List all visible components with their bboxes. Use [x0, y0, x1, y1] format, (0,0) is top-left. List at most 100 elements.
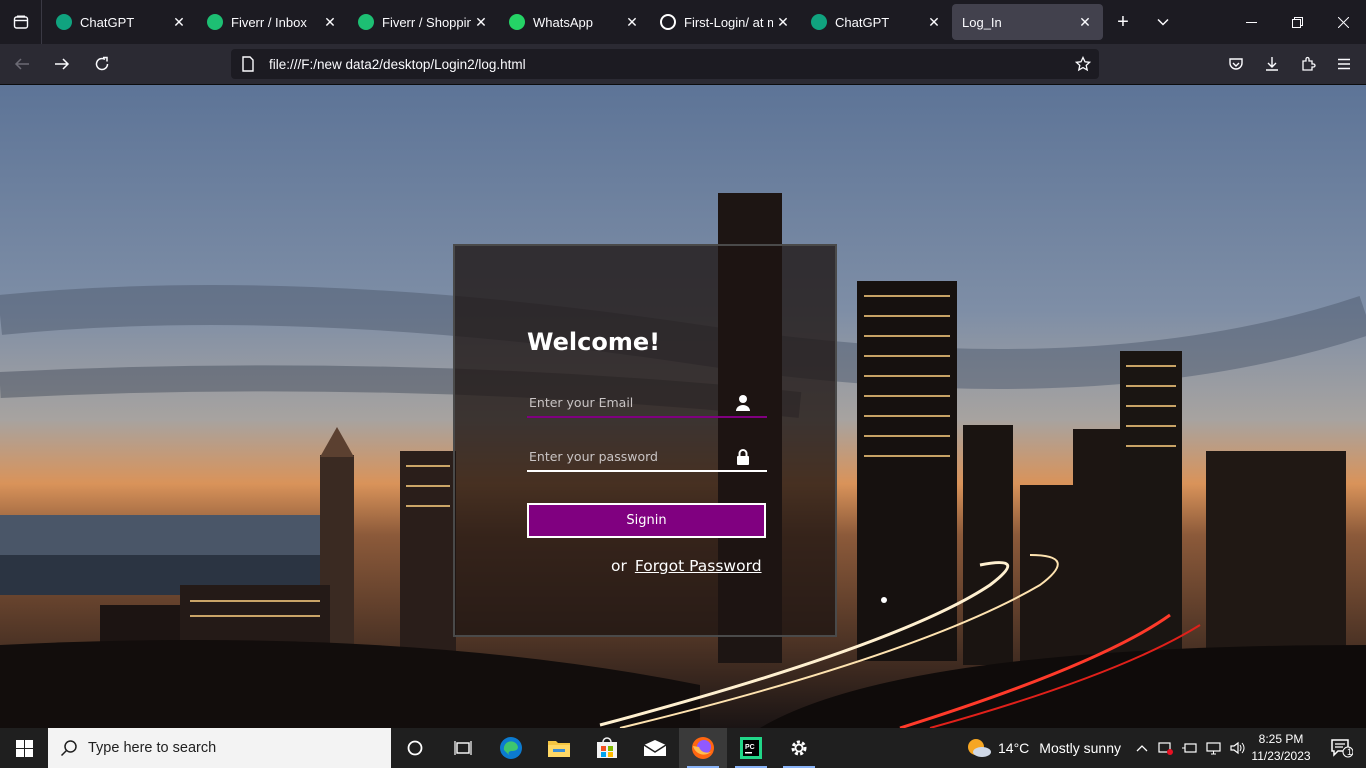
forgot-password-link[interactable]: Forgot Password: [635, 557, 762, 575]
github-icon: [660, 14, 676, 30]
browser-tab[interactable]: WhatsApp ✕: [499, 4, 650, 40]
folder-icon: [548, 741, 570, 757]
weather-description: Mostly sunny: [1039, 740, 1121, 756]
browser-tab[interactable]: First-Login/ at ma✕: [650, 4, 801, 40]
close-window-button[interactable]: [1320, 0, 1366, 44]
back-button[interactable]: [4, 48, 40, 80]
start-button[interactable]: [0, 728, 48, 768]
email-input[interactable]: [527, 388, 767, 416]
pocket-button[interactable]: [1218, 48, 1254, 80]
email-field-wrapper: [527, 388, 767, 418]
camera-alert-icon: [1158, 742, 1173, 755]
edge-icon: [500, 737, 522, 759]
downloads-button[interactable]: [1254, 48, 1290, 80]
cortana-button[interactable]: [391, 728, 439, 768]
browser-tab-bar: ChatGPT✕Fiverr / Inbox✕Fiverr / Shopping…: [0, 0, 1366, 44]
close-tab-icon[interactable]: ✕: [471, 12, 491, 32]
window-controls: [1228, 0, 1366, 44]
tab-strip: ChatGPT✕Fiverr / Inbox✕Fiverr / Shopping…: [42, 0, 1103, 44]
arrow-left-icon: [14, 58, 29, 70]
task-view-icon: [454, 741, 472, 755]
battery-tray-icon[interactable]: [1178, 728, 1202, 768]
speaker-icon: [1230, 741, 1245, 755]
cortana-circle-icon: [407, 740, 423, 756]
chatgpt-icon: [811, 14, 827, 30]
action-center-button[interactable]: 1: [1318, 728, 1366, 768]
store-icon: [597, 737, 617, 758]
task-view-button[interactable]: [439, 728, 487, 768]
chevron-up-icon: [1136, 745, 1148, 752]
microsoft-store-button[interactable]: [583, 728, 631, 768]
tab-title: Fiverr / Inbox: [231, 14, 307, 30]
navigation-toolbar: file:///F:/new data2/desktop/Login2/log.…: [0, 44, 1366, 85]
extensions-button[interactable]: [1290, 48, 1326, 80]
clock-date: 11/23/2023: [1251, 749, 1311, 763]
close-tab-icon[interactable]: ✕: [622, 12, 642, 32]
page-icon: [242, 56, 254, 72]
page-viewport: Welcome! Signin or Forgot Password: [0, 85, 1366, 728]
chevron-down-icon: [1157, 18, 1169, 26]
tab-title: Log_In: [962, 14, 1002, 30]
sun-cloud-icon: [968, 739, 991, 757]
password-input[interactable]: [527, 442, 767, 470]
file-explorer-button[interactable]: [535, 728, 583, 768]
firefox-app-button[interactable]: [679, 728, 727, 768]
url-text[interactable]: file:///F:/new data2/desktop/Login2/log.…: [255, 57, 1075, 72]
close-tab-icon[interactable]: ✕: [1075, 12, 1095, 32]
mail-icon: [643, 740, 667, 756]
forward-button[interactable]: [44, 48, 80, 80]
browser-tab[interactable]: Fiverr / Inbox ✕: [197, 4, 348, 40]
meet-now-tray-icon[interactable]: [1154, 728, 1178, 768]
tab-title: ChatGPT: [80, 14, 135, 30]
firefox-view-button[interactable]: [0, 0, 42, 44]
toolbar-right-buttons: [1218, 44, 1362, 84]
edge-app-button[interactable]: [487, 728, 535, 768]
network-tray-icon[interactable]: [1202, 728, 1226, 768]
mail-app-button[interactable]: [631, 728, 679, 768]
arrow-right-icon: [55, 58, 70, 70]
restore-button[interactable]: [1274, 0, 1320, 44]
login-form-card: Welcome! Signin or Forgot Password: [453, 244, 837, 637]
tab-title: WhatsApp: [533, 14, 593, 30]
reload-button[interactable]: [84, 48, 120, 80]
list-all-tabs-button[interactable]: [1143, 0, 1183, 44]
settings-app-button[interactable]: [775, 728, 823, 768]
search-placeholder: Type here to search: [88, 740, 217, 756]
tab-title: Fiverr / Shopping: [382, 14, 471, 30]
browser-tab[interactable]: Log_In ✕: [952, 4, 1103, 40]
browser-tab[interactable]: ChatGPT ✕: [46, 4, 197, 40]
minimize-icon: [1245, 21, 1257, 23]
url-bar[interactable]: file:///F:/new data2/desktop/Login2/log.…: [231, 49, 1099, 79]
restore-icon: [1291, 16, 1303, 28]
pocket-icon: [1229, 58, 1243, 70]
close-tab-icon[interactable]: ✕: [169, 12, 189, 32]
app-menu-button[interactable]: [1326, 48, 1362, 80]
bookmark-star-icon[interactable]: [1075, 56, 1091, 72]
firefox-view-icon: [13, 15, 28, 29]
taskbar-clock[interactable]: 8:25 PM 11/23/2023: [1247, 731, 1315, 765]
system-tray: [1130, 728, 1250, 768]
email-underline: [527, 416, 767, 418]
forgot-password-row: or Forgot Password: [611, 557, 762, 575]
whatsapp-icon: [509, 14, 525, 30]
close-tab-icon[interactable]: ✕: [924, 12, 944, 32]
show-hidden-icons-button[interactable]: [1130, 728, 1154, 768]
minimize-button[interactable]: [1228, 0, 1274, 44]
chatgpt-icon: [56, 14, 72, 30]
close-tab-icon[interactable]: ✕: [773, 12, 793, 32]
browser-tab[interactable]: Fiverr / Shopping✕: [348, 4, 499, 40]
close-tab-icon[interactable]: ✕: [320, 12, 340, 32]
weather-widget[interactable]: 14°C Mostly sunny: [966, 728, 1121, 768]
fiverr-icon: [358, 14, 374, 30]
signin-button[interactable]: Signin: [527, 503, 766, 538]
browser-tab[interactable]: ChatGPT ✕: [801, 4, 952, 40]
gear-icon: [791, 740, 807, 756]
new-tab-button[interactable]: +: [1103, 0, 1143, 44]
firefox-icon: [692, 737, 714, 759]
lock-icon: [737, 449, 749, 465]
pycharm-app-button[interactable]: PC: [727, 728, 775, 768]
password-underline: [527, 470, 767, 472]
taskbar-search-box[interactable]: Type here to search: [48, 728, 391, 768]
user-icon: [736, 395, 750, 411]
or-text: or: [611, 557, 627, 575]
